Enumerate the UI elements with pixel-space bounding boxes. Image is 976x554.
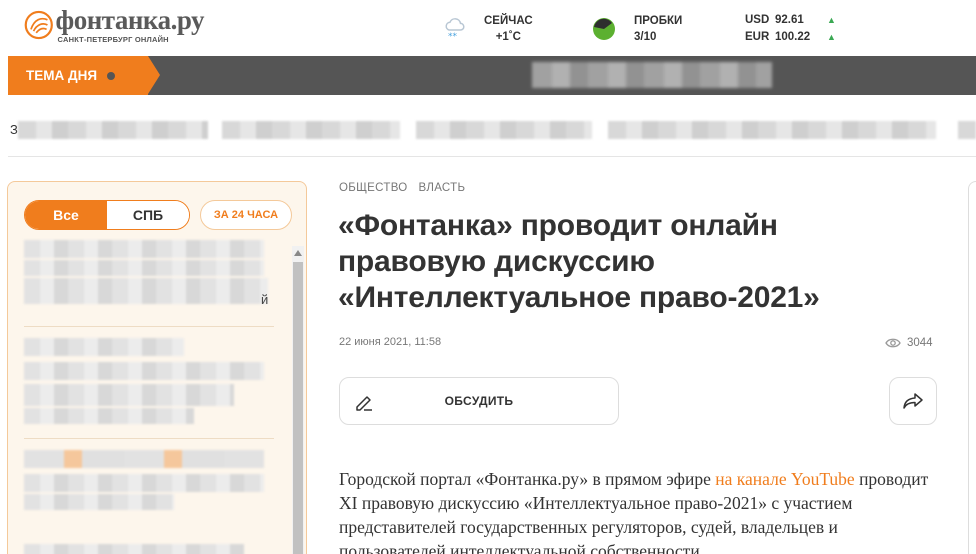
weather-label: СЕЙЧАС [484,15,533,27]
traffic-indicator-icon [593,18,615,40]
tab-all[interactable]: Все [25,201,107,229]
view-count: 3044 [907,337,933,349]
article-date: 22 июня 2021, 11:58 [339,336,442,348]
feed-separator [24,326,274,327]
youtube-link[interactable]: на канале YouTube [715,469,854,489]
feed-scrollbar[interactable] [292,246,304,554]
logo-emblem-icon [24,10,53,40]
feed-item-blurred[interactable] [24,240,264,258]
dot-icon [107,71,116,80]
feed-separator [24,438,274,439]
ticker-fragment: З [10,122,18,137]
region-filter: Все СПБ [24,200,190,230]
article-rubrics: ОБЩЕСТВО ВЛАСТЬ [339,182,465,194]
ticker-item-blurred[interactable] [608,121,936,139]
ticker-item-blurred[interactable] [222,121,400,139]
weather-widget[interactable]: ** СЕЙЧАС +1˚С [444,13,533,45]
feed-item-blurred[interactable] [24,338,184,356]
feed-item-blurred[interactable] [24,474,264,492]
topic-tag-label: ТЕМА ДНЯ [26,68,98,83]
share-icon [903,393,923,409]
trend-up-icon: ▲ [827,15,836,25]
ticker-item-blurred[interactable] [18,121,208,139]
share-button[interactable] [889,377,937,425]
currency-code: EUR [745,31,770,43]
topic-of-day-bar: ТЕМА ДНЯ [8,56,976,95]
feed-item-blurred[interactable] [24,362,264,380]
divider [8,156,976,157]
right-column-edge [968,181,976,554]
topic-of-day-tag[interactable]: ТЕМА ДНЯ [8,56,160,95]
site-logo[interactable]: фонтанка.ру САНКТ-ПЕТЕРБУРГ ОНЛАЙН [24,5,205,50]
svg-text:**: ** [448,32,458,42]
currency-value: 92.61 [775,14,804,26]
body-text-part: Городской портал «Фонтанка.ру» в прямом … [339,469,716,489]
view-counter: 3044 [885,337,933,349]
currency-usd: USD 92.61 ▲ [745,12,836,29]
last-24-hours-button[interactable]: ЗА 24 ЧАСА [200,200,292,230]
logo-subtitle: САНКТ-ПЕТЕРБУРГ ОНЛАЙН [57,35,169,44]
traffic-value: 3/10 [634,31,657,43]
feed-item-blurred[interactable] [24,384,234,406]
rubric-link[interactable]: ВЛАСТЬ [419,182,466,194]
scroll-up-arrow-icon[interactable] [294,250,302,256]
news-feed-sidebar: Все СПБ ЗА 24 ЧАСА й [7,181,307,554]
trend-up-icon: ▲ [827,32,836,42]
article-title: «Фонтанка» проводит онлайн правовую диск… [338,209,820,314]
ticker-item-blurred[interactable] [416,121,592,139]
feed-item-blurred[interactable] [24,544,244,554]
logo-name: фонтанка.ру [55,5,205,35]
topic-headline-blurred[interactable] [532,62,772,88]
feed-item-blurred[interactable] [24,260,264,276]
feed-item-blurred[interactable] [24,494,174,510]
news-ticker: З [8,118,976,142]
discuss-button[interactable]: ОБСУДИТЬ [339,377,619,425]
scrollbar-thumb[interactable] [293,262,303,554]
feed-item-blurred[interactable] [24,450,264,468]
eye-icon [885,338,901,348]
traffic-label: ПРОБКИ [634,15,683,27]
rubric-link[interactable]: ОБЩЕСТВО [339,182,408,194]
site-header: фонтанка.ру САНКТ-ПЕТЕРБУРГ ОНЛАЙН ** СЕ… [0,0,976,56]
traffic-widget[interactable]: ПРОБКИ 3/10 [592,13,682,45]
snow-cloud-icon: ** [445,18,465,42]
feed-item-blurred[interactable] [24,408,194,424]
weather-value: +1˚С [495,31,521,43]
tab-spb[interactable]: СПБ [107,201,189,229]
ticker-item-blurred[interactable] [958,121,976,139]
discuss-label: ОБСУДИТЬ [444,394,514,408]
article-lead-paragraph: Городской портал «Фонтанка.ру» в прямом … [339,467,944,554]
currency-code: USD [745,14,770,26]
feed-item-blurred[interactable] [24,278,268,304]
currency-widget[interactable]: USD 92.61 ▲ EUR 100.22 ▲ [745,12,836,46]
currency-eur: EUR 100.22 ▲ [745,29,836,46]
feed-text-fragment: й [261,292,269,307]
currency-value: 100.22 [775,31,811,43]
page: фонтанка.ру САНКТ-ПЕТЕРБУРГ ОНЛАЙН ** СЕ… [0,0,976,554]
